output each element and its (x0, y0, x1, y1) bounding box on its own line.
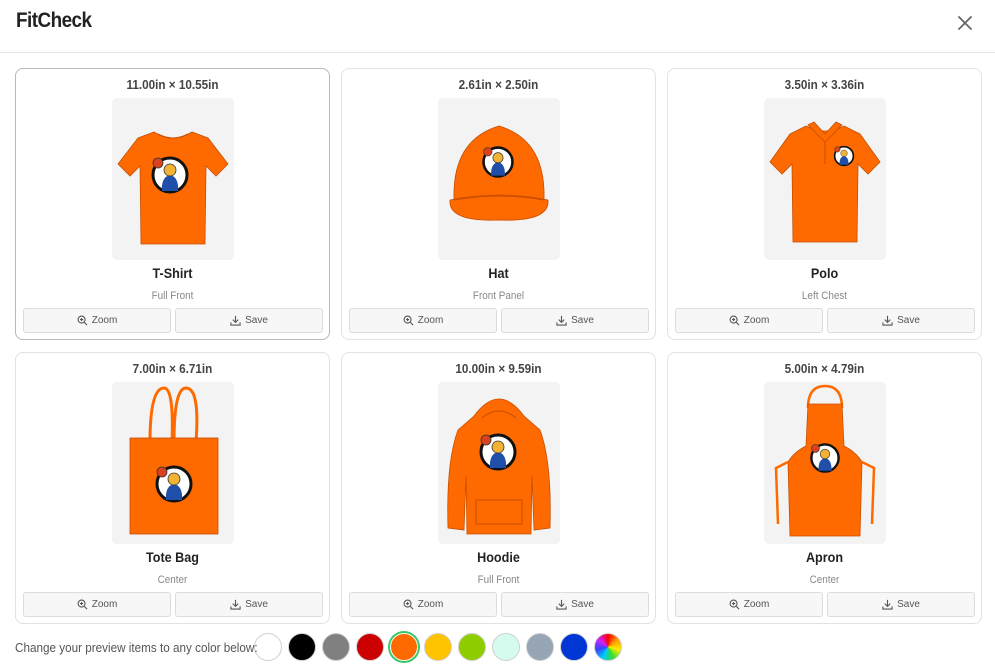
save-button[interactable]: Save (501, 592, 649, 617)
save-label: Save (571, 599, 594, 610)
print-dimensions: 10.00in × 9.59in (455, 361, 542, 376)
product-thumbnail[interactable] (438, 98, 560, 260)
zoom-label: Zoom (417, 315, 444, 326)
color-swatch-mint[interactable] (492, 633, 520, 661)
download-icon (230, 599, 241, 610)
product-thumbnail[interactable] (764, 382, 886, 544)
zoom-label: Zoom (417, 599, 444, 610)
color-picker-label: Change your preview items to any color b… (15, 639, 258, 655)
print-dimensions: 5.00in × 4.79in (784, 361, 865, 376)
zoom-label: Zoom (743, 599, 770, 610)
product-card-apron[interactable]: 5.00in × 4.79in Apron Center Zoom Save (667, 352, 982, 624)
polo-icon (769, 121, 881, 243)
tote-bag-icon (129, 386, 219, 535)
color-swatch-white[interactable] (254, 633, 282, 661)
product-thumbnail[interactable] (438, 382, 560, 544)
color-swatches (254, 633, 622, 661)
print-placement: Full Front (477, 574, 520, 586)
zoom-button[interactable]: Zoom (23, 592, 171, 617)
app-title: FitCheck (16, 9, 92, 32)
zoom-icon (403, 599, 414, 610)
zoom-button[interactable]: Zoom (675, 308, 823, 333)
print-dimensions: 11.00in × 10.55in (126, 77, 219, 92)
hat-icon (449, 125, 549, 221)
product-card-polo[interactable]: 3.50in × 3.36in Polo Left Chest Zoom Sav… (667, 68, 982, 340)
print-placement: Front Panel (472, 290, 525, 302)
save-button[interactable]: Save (175, 308, 323, 333)
download-icon (556, 315, 567, 326)
zoom-icon (729, 599, 740, 610)
hoodie-icon (447, 398, 551, 535)
apron-icon (774, 384, 876, 537)
zoom-button[interactable]: Zoom (23, 308, 171, 333)
color-swatch-gray[interactable] (322, 633, 350, 661)
zoom-button[interactable]: Zoom (349, 592, 497, 617)
product-card-hat[interactable]: 2.61in × 2.50in Hat Front Panel Zoom Sav… (341, 68, 656, 340)
product-name: Hoodie (477, 549, 520, 565)
download-icon (882, 599, 893, 610)
save-label: Save (245, 599, 268, 610)
tshirt-icon (117, 131, 229, 245)
close-button[interactable] (953, 11, 977, 35)
save-button[interactable]: Save (827, 592, 975, 617)
print-placement: Center (157, 574, 188, 586)
product-name: Hat (488, 265, 509, 281)
color-swatch-slate[interactable] (526, 633, 554, 661)
print-dimensions: 7.00in × 6.71in (132, 361, 213, 376)
zoom-label: Zoom (91, 599, 118, 610)
save-label: Save (571, 315, 594, 326)
print-dimensions: 3.50in × 3.36in (784, 77, 865, 92)
color-swatch-black[interactable] (288, 633, 316, 661)
color-picker-bar: Change your preview items to any color b… (15, 632, 622, 662)
close-icon (958, 16, 972, 30)
zoom-label: Zoom (91, 315, 118, 326)
zoom-icon (403, 315, 414, 326)
product-card-tote-bag[interactable]: 7.00in × 6.71in Tote Bag Center Zoom Sav… (15, 352, 330, 624)
zoom-button[interactable]: Zoom (349, 308, 497, 333)
zoom-label: Zoom (743, 315, 770, 326)
save-label: Save (245, 315, 268, 326)
zoom-icon (77, 315, 88, 326)
save-label: Save (897, 315, 920, 326)
download-icon (556, 599, 567, 610)
print-placement: Full Front (151, 290, 194, 302)
product-thumbnail[interactable] (764, 98, 886, 260)
download-icon (882, 315, 893, 326)
product-card-hoodie[interactable]: 10.00in × 9.59in Hoodie Full Front Zoom … (341, 352, 656, 624)
custom-color-picker[interactable] (594, 633, 622, 661)
product-card-tshirt[interactable]: 11.00in × 10.55in T-Shirt Full Front Zoo… (15, 68, 330, 340)
product-name: Polo (810, 265, 839, 281)
print-placement: Left Chest (801, 290, 848, 302)
color-swatch-orange[interactable] (390, 633, 418, 661)
zoom-icon (77, 599, 88, 610)
save-button[interactable]: Save (501, 308, 649, 333)
save-label: Save (897, 599, 920, 610)
product-name: T-Shirt (152, 265, 193, 281)
product-thumbnail[interactable] (112, 382, 234, 544)
header: FitCheck (0, 0, 995, 53)
product-name: Tote Bag (146, 549, 199, 565)
zoom-icon (729, 315, 740, 326)
product-grid: 11.00in × 10.55in T-Shirt Full Front Zoo… (15, 68, 983, 624)
color-swatch-red[interactable] (356, 633, 384, 661)
download-icon (230, 315, 241, 326)
save-button[interactable]: Save (175, 592, 323, 617)
color-swatch-lime[interactable] (458, 633, 486, 661)
print-placement: Center (809, 574, 840, 586)
color-swatch-yellow[interactable] (424, 633, 452, 661)
zoom-button[interactable]: Zoom (675, 592, 823, 617)
product-name: Apron (805, 549, 844, 565)
save-button[interactable]: Save (827, 308, 975, 333)
color-swatch-blue[interactable] (560, 633, 588, 661)
product-thumbnail[interactable] (112, 98, 234, 260)
print-dimensions: 2.61in × 2.50in (458, 77, 539, 92)
